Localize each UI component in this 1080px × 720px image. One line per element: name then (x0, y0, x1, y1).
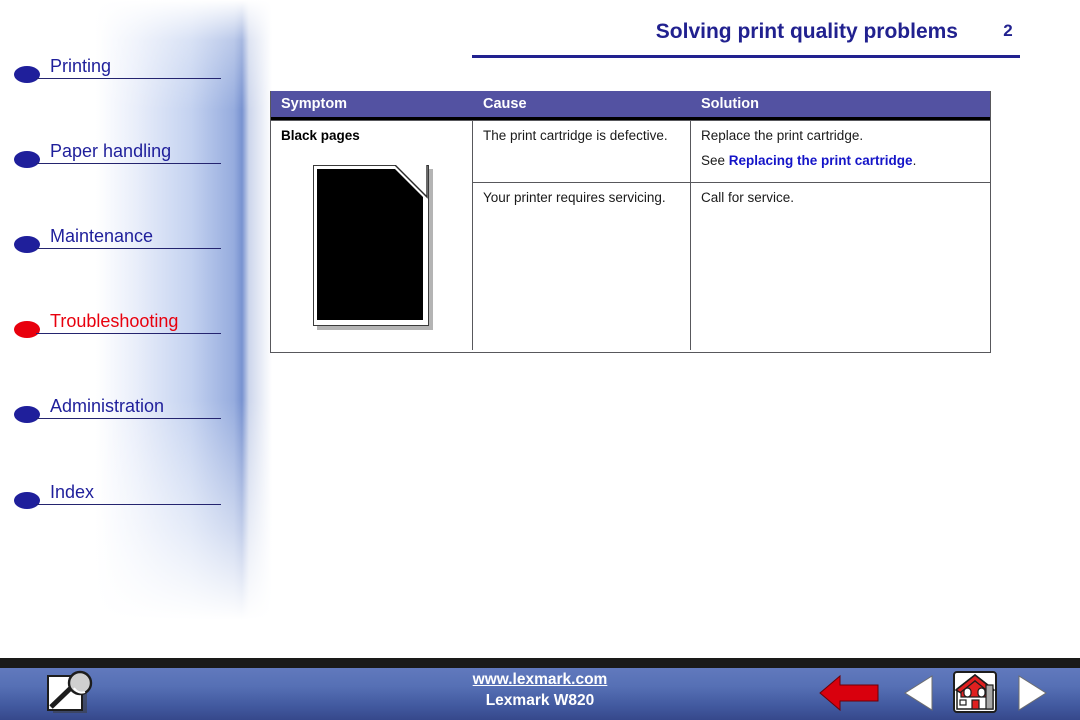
cell-solution: Call for service. (691, 182, 990, 350)
black-page-sample-icon (313, 165, 433, 330)
page-fold-corner-icon (395, 165, 429, 199)
sidebar-item-printing[interactable]: Printing (14, 55, 221, 89)
footer-bar: www.lexmark.com Lexmark W820 (0, 654, 1080, 720)
cell-solution: Replace the print cartridge. See Replaci… (691, 120, 990, 182)
document-page: Printing Paper handling Maintenance Trou… (0, 0, 1080, 720)
bullet-icon (14, 151, 42, 173)
cell-cause: The print cartridge is defective. (473, 120, 691, 182)
search-icon[interactable] (44, 670, 96, 714)
sidebar-item-underline (36, 248, 221, 249)
replacing-print-cartridge-link[interactable]: Replacing the print cartridge (729, 153, 913, 168)
symptom-label: Black pages (281, 128, 360, 143)
sidebar-navigation: Printing Paper handling Maintenance Trou… (0, 0, 272, 658)
table-header-row: Symptom Cause Solution (271, 91, 990, 120)
solution-text: Call for service. (701, 190, 795, 205)
bullet-icon (14, 236, 42, 258)
cell-cause: Your printer requires servicing. (473, 182, 691, 350)
sidebar-item-paper-handling[interactable]: Paper handling (14, 140, 221, 174)
sidebar-item-label: Maintenance (50, 226, 154, 246)
sidebar-item-index[interactable]: Index (14, 481, 221, 515)
bullet-icon (14, 321, 42, 343)
sidebar-item-underline (36, 418, 221, 419)
footer-black-strip (0, 658, 1080, 668)
solution-reference: See Replacing the print cartridge. (701, 153, 982, 169)
sidebar-item-maintenance[interactable]: Maintenance (14, 225, 221, 259)
bullet-icon (14, 66, 42, 88)
solution-text: Replace the print cartridge. (701, 128, 864, 143)
page-header: Solving print quality problems 2 (472, 20, 1020, 66)
sidebar-item-underline (36, 163, 221, 164)
bullet-icon (14, 492, 42, 514)
home-icon[interactable] (953, 671, 997, 713)
sidebar-item-label: Index (50, 482, 95, 502)
column-header-symptom: Symptom (271, 91, 473, 117)
sidebar-item-label: Printing (50, 56, 112, 76)
column-header-solution: Solution (701, 96, 759, 112)
see-prefix: See (701, 153, 729, 168)
sidebar-item-underline (36, 333, 221, 334)
header-divider (472, 55, 1020, 58)
sidebar-item-administration[interactable]: Administration (14, 395, 221, 429)
page-title: Solving print quality problems (655, 20, 958, 43)
sidebar-item-label: Paper handling (50, 141, 172, 161)
page-number: 2 (1003, 21, 1013, 40)
see-suffix: . (912, 153, 917, 168)
previous-page-icon[interactable] (903, 674, 935, 712)
column-header-cause: Cause (473, 91, 691, 117)
next-page-icon[interactable] (1016, 674, 1048, 712)
sidebar-item-underline (36, 78, 221, 79)
sidebar-item-troubleshooting[interactable]: Troubleshooting (14, 310, 221, 344)
bullet-icon (14, 406, 42, 428)
sidebar-item-underline (36, 504, 221, 505)
sidebar-item-label: Troubleshooting (50, 311, 179, 331)
sidebar-item-label: Administration (50, 396, 165, 416)
back-arrow-icon[interactable] (818, 674, 880, 712)
